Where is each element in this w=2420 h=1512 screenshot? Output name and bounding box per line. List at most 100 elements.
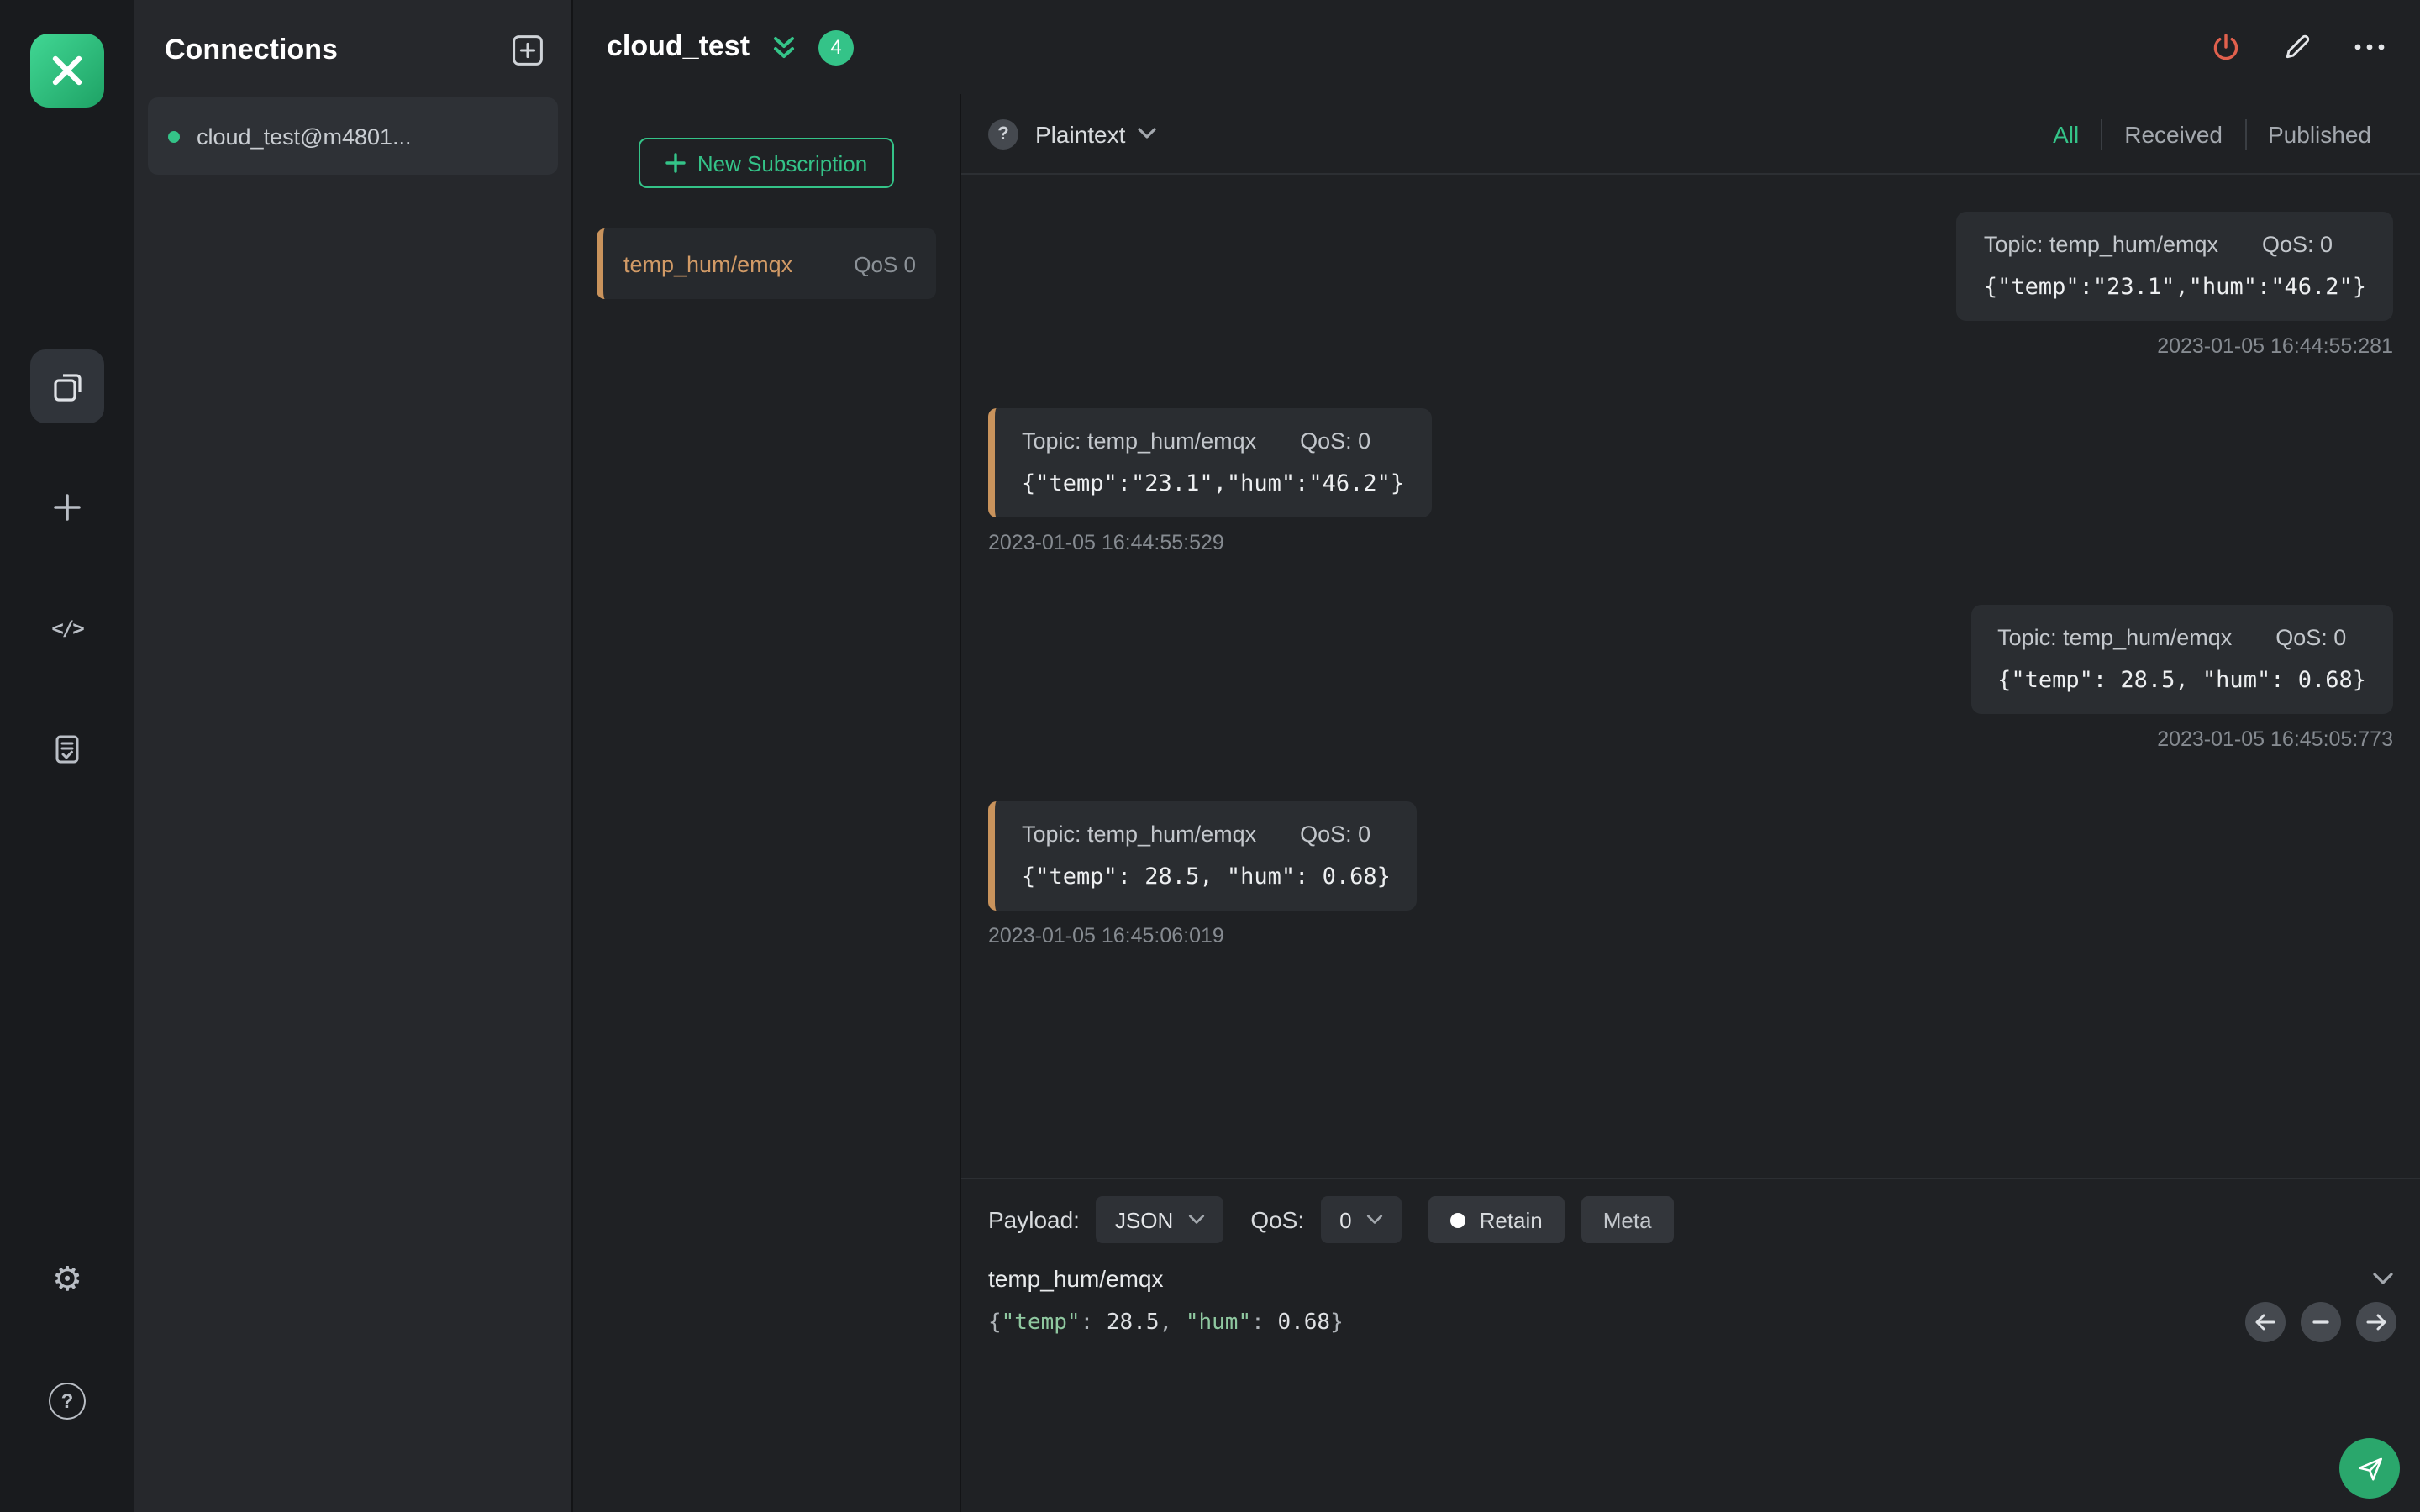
message-group: Topic: temp_hum/emqx QoS: 0 {"temp": 28.5,… (988, 605, 2393, 751)
plus-icon (666, 153, 686, 173)
message-meta: Topic: temp_hum/emqx QoS: 0 (1997, 625, 2366, 650)
help-icon: ? (49, 1383, 86, 1420)
message-card[interactable]: Topic: temp_hum/emqx QoS: 0 {"temp":"23.1"… (988, 408, 1432, 517)
disconnect-button[interactable] (2210, 31, 2242, 63)
send-message-button[interactable] (2339, 1438, 2400, 1499)
log-file-icon (50, 732, 84, 766)
payload-format-dropdown[interactable]: Plaintext (1035, 120, 1156, 147)
connections-header: Connections (134, 0, 571, 97)
filter-received[interactable]: Received (2101, 118, 2244, 149)
connection-titlebar: cloud_test 4 (573, 0, 2420, 94)
nav-log-button[interactable] (30, 712, 104, 786)
connection-name: cloud_test@m4801... (197, 123, 412, 149)
qos-label: QoS: (1250, 1206, 1305, 1233)
connections-title: Connections (165, 34, 338, 66)
subscription-topic: temp_hum/emqx (623, 251, 793, 276)
meta-label: Meta (1602, 1207, 1652, 1232)
plus-icon (50, 491, 84, 524)
message-timestamp: 2023-01-05 16:44:55:529 (988, 531, 1224, 554)
nav-settings-button[interactable]: ⚙ (30, 1243, 104, 1317)
clear-history-button[interactable] (2301, 1302, 2341, 1342)
message-group: Topic: temp_hum/emqx QoS: 0 {"temp":"23.1"… (988, 212, 2393, 358)
message-meta: Topic: temp_hum/emqx QoS: 0 (1022, 822, 1391, 847)
icon-rail: </> ⚙ ? (0, 0, 134, 1512)
subscription-count-badge: 4 (818, 29, 855, 65)
publish-controls: Payload: JSON QoS: 0 Retain Meta (988, 1196, 2393, 1243)
previous-message-button[interactable] (2245, 1302, 2286, 1342)
filter-all[interactable]: All (2031, 118, 2101, 149)
message-meta: Topic: temp_hum/emqx QoS: 0 (1022, 428, 1404, 454)
message-group: Topic: temp_hum/emqx QoS: 0 {"temp": 28.5,… (988, 801, 2393, 948)
nav-new-connection-button[interactable] (30, 470, 104, 544)
connected-status-dot (168, 130, 180, 142)
chevron-down-icon (1188, 1215, 1205, 1225)
nav-script-button[interactable]: </> (30, 591, 104, 665)
message-payload: {"temp": 28.5, "hum": 0.68} (1022, 864, 1391, 890)
message-card[interactable]: Topic: temp_hum/emqx QoS: 0 {"temp":"23.1"… (1956, 212, 2393, 321)
payload-editor-line[interactable]: {"temp": 28.5, "hum": 0.68} (988, 1310, 2393, 1336)
message-timestamp: 2023-01-05 16:45:06:019 (988, 924, 1224, 948)
gear-icon: ⚙ (52, 1262, 82, 1299)
retain-dot-icon (1450, 1212, 1466, 1227)
message-topic: Topic: temp_hum/emqx (1997, 625, 2233, 650)
qos-select[interactable]: 0 (1321, 1196, 1402, 1243)
edit-connection-button[interactable] (2282, 32, 2312, 62)
message-timestamp: 2023-01-05 16:44:55:281 (2157, 334, 2393, 358)
messages-panel: ? Plaintext All Received Published Topic… (961, 94, 2420, 1512)
topic-input[interactable]: temp_hum/emqx (988, 1265, 2393, 1292)
message-group: Topic: temp_hum/emqx QoS: 0 {"temp":"23.1"… (988, 408, 2393, 554)
add-connection-button[interactable] (511, 34, 544, 67)
collapse-double-chevron-icon[interactable] (770, 34, 798, 60)
message-qos: QoS: 0 (2275, 625, 2347, 650)
message-meta: Topic: temp_hum/emqx QoS: 0 (1984, 232, 2366, 257)
more-options-button[interactable] (2353, 42, 2386, 52)
message-topic: Topic: temp_hum/emqx (1983, 232, 2218, 257)
mqttx-app: </> ⚙ ? Connections cloud_test@m4801... … (0, 0, 2420, 1512)
message-card[interactable]: Topic: temp_hum/emqx QoS: 0 {"temp": 28.5,… (988, 801, 1418, 911)
message-qos: QoS: 0 (2261, 232, 2333, 257)
titlebar-actions (2210, 31, 2386, 63)
subscription-item[interactable]: temp_hum/emqx QoS 0 (597, 228, 936, 299)
message-qos: QoS: 0 (1300, 428, 1371, 454)
code-icon: </> (51, 617, 84, 640)
payload-help-icon[interactable]: ? (988, 118, 1018, 149)
history-navigation (2245, 1302, 2396, 1342)
connection-item[interactable]: cloud_test@m4801... (148, 97, 558, 175)
subscriptions-panel: New Subscription temp_hum/emqx QoS 0 (573, 94, 961, 1512)
retain-label: Retain (1479, 1207, 1543, 1232)
message-topic: Topic: temp_hum/emqx (1022, 822, 1257, 847)
subscription-qos: QoS 0 (854, 251, 916, 276)
plus-box-icon (511, 34, 544, 67)
new-subscription-label: New Subscription (697, 150, 868, 176)
collapse-editor-chevron-icon[interactable] (2373, 1272, 2393, 1285)
payload-format-selected: JSON (1114, 1207, 1174, 1232)
message-filters: All Received Published (2031, 118, 2393, 149)
rail-bottom-group: ⚙ ? (30, 1243, 104, 1438)
pencil-icon (2282, 32, 2312, 62)
meta-button[interactable]: Meta (1581, 1196, 1674, 1243)
viewport: </> ⚙ ? Connections cloud_test@m4801... … (0, 0, 2420, 1512)
minus-icon (2312, 1320, 2329, 1324)
connection-title: cloud_test (607, 30, 750, 62)
connections-icon (50, 369, 85, 404)
new-subscription-button[interactable]: New Subscription (638, 138, 895, 188)
connections-panel: Connections cloud_test@m4801... (134, 0, 573, 1512)
message-payload: {"temp": 28.5, "hum": 0.68} (1997, 667, 2366, 694)
payload-format-select[interactable]: JSON (1096, 1196, 1224, 1243)
workspace-body: New Subscription temp_hum/emqx QoS 0 ? P… (573, 94, 2420, 1512)
mqttx-logo-icon[interactable] (30, 34, 104, 108)
paper-plane-icon (2355, 1454, 2384, 1483)
workspace: cloud_test 4 New Subscription temp_hum/e… (573, 0, 2420, 1512)
filter-published[interactable]: Published (2244, 118, 2393, 149)
nav-help-button[interactable]: ? (30, 1364, 104, 1438)
payload-label: Payload: (988, 1206, 1080, 1233)
next-message-button[interactable] (2356, 1302, 2396, 1342)
nav-connections-button[interactable] (30, 349, 104, 423)
chevron-down-icon (1367, 1215, 1384, 1225)
message-timestamp: 2023-01-05 16:45:05:773 (2157, 727, 2393, 751)
message-payload: {"temp":"23.1","hum":"46.2"} (1983, 274, 2366, 301)
retain-toggle[interactable]: Retain (1428, 1196, 1565, 1243)
rail-nav-group: </> (30, 349, 104, 786)
message-card[interactable]: Topic: temp_hum/emqx QoS: 0 {"temp": 28.5,… (1970, 605, 2393, 714)
publish-panel: Payload: JSON QoS: 0 Retain Meta temp_hu… (961, 1178, 2420, 1512)
